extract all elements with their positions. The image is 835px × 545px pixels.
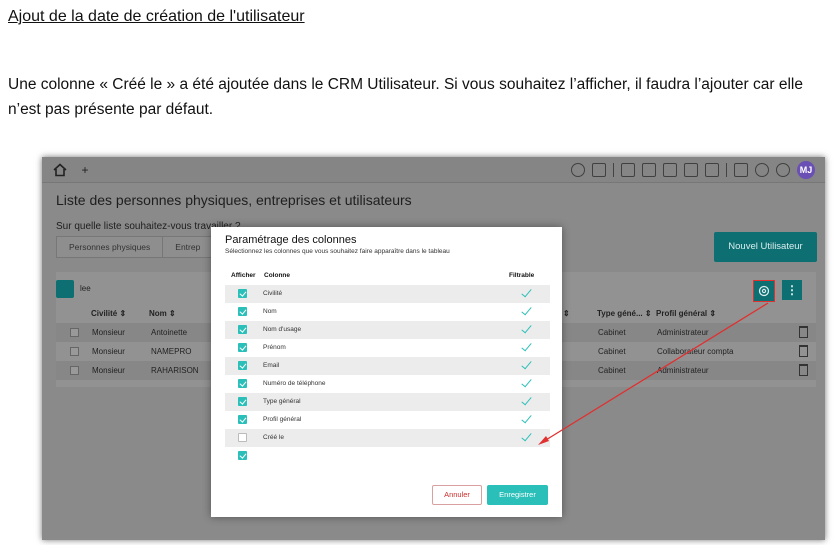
column-settings-button[interactable] [753, 280, 775, 302]
show-checkbox[interactable] [238, 325, 247, 334]
check-icon [522, 307, 531, 316]
cell-profil: Administrateur [657, 366, 709, 375]
column-row-telephone: Numéro de téléphone [225, 375, 550, 393]
cell-civilite: Monsieur [92, 328, 125, 337]
row-checkbox[interactable] [70, 347, 79, 356]
column-label: Email [263, 362, 280, 369]
column-row-profil-general: Profil général [225, 411, 550, 429]
dialog-title: Paramétrage des colonnes [225, 234, 357, 246]
search-icon[interactable] [56, 280, 74, 298]
show-checkbox[interactable] [238, 289, 247, 298]
description-paragraph: Une colonne « Créé le » a été ajoutée da… [8, 76, 803, 118]
gear-icon [758, 285, 770, 297]
cancel-button[interactable]: Annuler [432, 485, 482, 505]
column-label: Numéro de téléphone [263, 380, 326, 387]
column-row-extra [225, 447, 550, 465]
toolbar-icons: MJ [571, 161, 815, 179]
column-row-nom-usage: Nom d'usage [225, 321, 550, 339]
header-sort[interactable]: ⇕ [563, 309, 570, 318]
cell-profil: Administrateur [657, 328, 709, 337]
check-icon [522, 415, 531, 424]
show-checkbox[interactable] [238, 433, 247, 442]
column-label: Créé le [263, 434, 284, 441]
header-afficher: Afficher [231, 272, 256, 279]
column-label: Profil général [263, 416, 302, 423]
check-icon [522, 361, 531, 370]
row-checkbox[interactable] [70, 328, 79, 337]
list-selector: Personnes physiques Entrep [56, 236, 216, 258]
new-user-button[interactable]: Nouvel Utilisateur [714, 232, 817, 262]
cell-profil: Collaborateur compta [657, 347, 734, 356]
cell-nom: NAMEPRO [151, 347, 192, 356]
column-row-cree-le: Créé le [225, 429, 550, 447]
check-icon [522, 325, 531, 334]
show-checkbox[interactable] [238, 415, 247, 424]
section-title: Ajout de la date de création de l'utilis… [8, 8, 305, 25]
contacts-icon[interactable] [705, 163, 719, 177]
header-filtrable: Filtrable [509, 272, 535, 279]
divider [726, 163, 727, 177]
row-checkbox[interactable] [70, 366, 79, 375]
check-icon [522, 343, 531, 352]
cell-nom: Antoinette [151, 328, 188, 337]
avatar[interactable]: MJ [797, 161, 815, 179]
edit-icon[interactable] [621, 163, 635, 177]
column-row-prenom: Prénom [225, 339, 550, 357]
segment-entreprises[interactable]: Entrep [162, 237, 212, 257]
more-options-button[interactable]: ⋮ [782, 280, 802, 300]
show-checkbox[interactable] [238, 343, 247, 352]
column-row-nom: Nom [225, 303, 550, 321]
column-label: Prénom [263, 344, 286, 351]
trash-icon[interactable] [799, 326, 808, 338]
column-label: Nom [263, 308, 277, 315]
show-checkbox[interactable] [238, 379, 247, 388]
header-nom[interactable]: Nom ⇕ [149, 309, 176, 318]
cell-civilite: Monsieur [92, 347, 125, 356]
check-icon [522, 433, 531, 442]
cell-type: Cabinet [598, 366, 626, 375]
header-colonne: Colonne [264, 272, 290, 279]
check-icon [522, 289, 531, 298]
cell-type: Cabinet [598, 347, 626, 356]
dialog-subtitle: Sélectionnez les colonnes que vous souha… [225, 248, 450, 255]
page-title: Liste des personnes physiques, entrepris… [56, 192, 412, 208]
cell-civilite: Monsieur [92, 366, 125, 375]
column-label: Civilité [263, 290, 283, 297]
show-checkbox[interactable] [238, 397, 247, 406]
trash-icon[interactable] [799, 364, 808, 376]
divider [613, 163, 614, 177]
top-bar: + MJ [42, 157, 825, 183]
grid-icon[interactable] [592, 163, 606, 177]
column-settings-dialog: Paramétrage des colonnes Sélectionnez le… [211, 227, 562, 517]
new-tab-button[interactable]: + [76, 161, 94, 179]
column-label: Nom d'usage [263, 326, 302, 333]
people-icon[interactable] [663, 163, 677, 177]
search-input[interactable]: lee [80, 280, 91, 298]
bell-icon[interactable] [755, 163, 769, 177]
column-row-email: Email [225, 357, 550, 375]
check-icon [522, 379, 531, 388]
home-icon[interactable] [52, 162, 68, 178]
column-row-type-general: Type général [225, 393, 550, 411]
show-checkbox[interactable] [238, 451, 247, 460]
save-button[interactable]: Enregistrer [487, 485, 548, 505]
header-profil-general[interactable]: Profil général ⇕ [656, 309, 716, 318]
search-icon[interactable] [571, 163, 585, 177]
check-icon [522, 397, 531, 406]
header-type-general[interactable]: Type géné... ⇕ [597, 309, 652, 318]
show-checkbox[interactable] [238, 361, 247, 370]
trash-icon[interactable] [799, 345, 808, 357]
screen-icon[interactable] [734, 163, 748, 177]
inbox-icon[interactable] [642, 163, 656, 177]
document-icon[interactable] [684, 163, 698, 177]
segment-personnes-physiques[interactable]: Personnes physiques [57, 237, 162, 257]
cell-nom: RAHARISON [151, 366, 199, 375]
header-civilite[interactable]: Civilité ⇕ [91, 309, 126, 318]
cell-type: Cabinet [598, 328, 626, 337]
show-checkbox[interactable] [238, 307, 247, 316]
user-icon[interactable] [776, 163, 790, 177]
column-label: Type général [263, 398, 301, 405]
column-row-civilite: Civilité [225, 285, 550, 303]
